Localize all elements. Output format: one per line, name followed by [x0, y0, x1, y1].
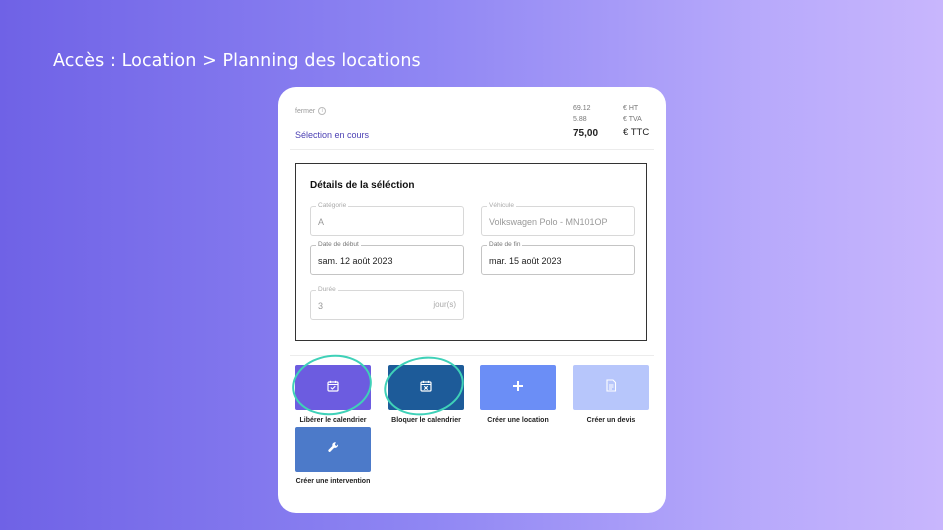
close-label[interactable]: fermer — [295, 108, 315, 115]
plus-icon — [512, 379, 524, 397]
creer-intervention-label[interactable]: Créer une intervention — [278, 478, 388, 485]
creer-location-button[interactable] — [480, 365, 556, 410]
selection-panel: fermer i Sélection en cours 69.12 € HT 5… — [278, 87, 666, 513]
duree-field: Durée 3 jour(s) — [310, 286, 464, 320]
date-debut-label: Date de début — [316, 241, 361, 248]
creer-devis-button[interactable] — [573, 365, 649, 410]
duree-unit: jour(s) — [433, 300, 456, 309]
vehicule-label: Véhicule — [487, 202, 516, 209]
actions-divider — [290, 355, 654, 356]
categorie-value: A — [318, 217, 325, 227]
creer-intervention-button[interactable] — [295, 427, 371, 472]
breadcrumb: Accès : Location > Planning des location… — [53, 51, 421, 71]
close-link[interactable]: fermer i — [295, 107, 327, 115]
categorie-field: Catégorie A — [310, 202, 464, 236]
date-debut-value[interactable]: sam. 12 août 2023 — [318, 256, 393, 266]
creer-devis-label[interactable]: Créer un devis — [556, 417, 666, 424]
liberer-calendrier-button[interactable] — [295, 365, 371, 410]
duree-value: 3 — [318, 301, 324, 311]
date-fin-field[interactable]: Date de fin mar. 15 août 2023 — [481, 241, 635, 275]
vehicule-field: Véhicule Volkswagen Polo - MN101OP — [481, 202, 635, 236]
tva-unit: € TVA — [623, 116, 642, 123]
header-divider — [290, 149, 654, 150]
date-debut-field[interactable]: Date de début sam. 12 août 2023 — [310, 241, 464, 275]
price-totals: 69.12 € HT 5.88 € TVA 75,00 € TTC — [573, 105, 653, 141]
date-fin-value[interactable]: mar. 15 août 2023 — [489, 256, 562, 266]
wrench-icon — [327, 441, 340, 459]
info-icon: i — [318, 107, 327, 115]
categorie-label: Catégorie — [316, 202, 349, 209]
vehicule-value: Volkswagen Polo - MN101OP — [489, 217, 608, 227]
ttc-amount: 75,00 — [573, 128, 599, 139]
details-title: Détails de la séléction — [310, 180, 415, 191]
ht-amount: 69.12 — [573, 105, 591, 112]
selection-title: Sélection en cours — [295, 130, 370, 140]
calendar-x-icon — [420, 379, 432, 397]
ttc-unit: € TTC — [623, 127, 650, 138]
bloquer-calendrier-button[interactable] — [388, 365, 464, 410]
date-fin-label: Date de fin — [487, 241, 523, 248]
document-icon — [605, 378, 617, 397]
selection-details: Détails de la séléction Catégorie A Véhi… — [295, 163, 647, 341]
calendar-check-icon — [327, 379, 339, 397]
ht-unit: € HT — [623, 105, 639, 112]
tva-amount: 5.88 — [573, 116, 587, 123]
duree-label: Durée — [316, 286, 338, 293]
